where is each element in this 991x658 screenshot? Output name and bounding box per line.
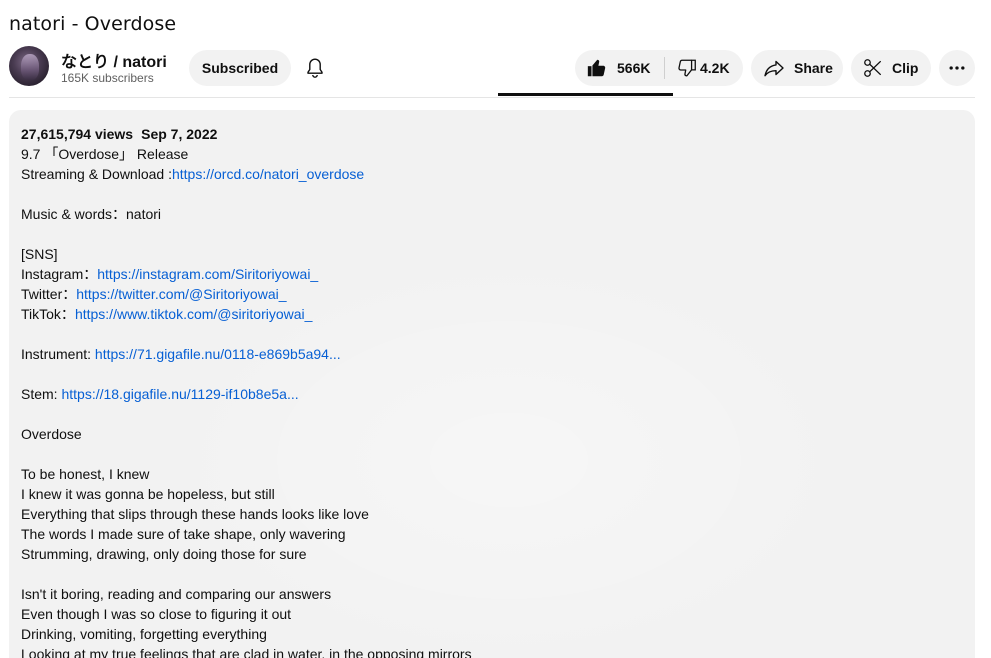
description-text: The words I made sure of take shape, onl… xyxy=(21,526,346,542)
description-line xyxy=(21,444,975,464)
channel-avatar[interactable] xyxy=(9,46,49,86)
dislike-count: 4.2K xyxy=(700,60,730,76)
description-meta: 27,615,794 views Sep 7, 2022 xyxy=(21,124,975,144)
section-underline xyxy=(498,93,673,96)
description-text: Isn't it boring, reading and comparing o… xyxy=(21,586,332,602)
description-text: Drinking, vomiting, forgetting everythin… xyxy=(21,626,267,642)
like-count: 566K xyxy=(617,60,651,76)
upload-date: Sep 7, 2022 xyxy=(141,126,218,142)
share-label: Share xyxy=(794,60,833,76)
thumbs-up-icon xyxy=(587,59,606,77)
description-line xyxy=(21,404,975,424)
share-button[interactable]: Share xyxy=(751,50,843,86)
description-line: Stem: https://18.gigafile.nu/1129-if10b8… xyxy=(21,384,975,404)
description-line: Overdose xyxy=(21,424,975,444)
thumbs-down-icon xyxy=(678,59,696,77)
view-count: 27,615,794 views xyxy=(21,126,134,142)
description-link[interactable]: https://orcd.co/natori_overdose xyxy=(172,166,364,182)
share-icon xyxy=(764,60,784,77)
watch-page: natori - Overdose なとり / natori 165K subs… xyxy=(0,0,991,658)
bell-icon xyxy=(307,58,323,78)
description-line xyxy=(21,184,975,204)
description-line: Drinking, vomiting, forgetting everythin… xyxy=(21,624,975,644)
description-line: Everything that slips through these hand… xyxy=(21,504,975,524)
description-line: The words I made sure of take shape, onl… xyxy=(21,524,975,544)
description-link[interactable]: https://18.gigafile.nu/1129-if10b8e5a... xyxy=(61,386,298,402)
subscribed-button[interactable]: Subscribed xyxy=(189,50,291,86)
channel-name[interactable]: なとり / natori xyxy=(61,48,167,72)
description-text: Instrument: xyxy=(21,346,95,362)
description-text: Streaming & Download : xyxy=(21,166,172,182)
description-text: TikTok： xyxy=(21,306,75,322)
description-text: Instagram： xyxy=(21,266,98,282)
description-line xyxy=(21,364,975,384)
subscriber-count: 165K subscribers xyxy=(61,71,154,85)
dislike-button[interactable]: 4.2K xyxy=(665,50,743,86)
description-line: [SNS] xyxy=(21,244,975,264)
description-link[interactable]: https://www.tiktok.com/@siritoriyowai_ xyxy=(75,306,313,322)
description-content: 27,615,794 views Sep 7, 2022 9.7 「Overdos… xyxy=(9,110,975,658)
description-line: Isn't it boring, reading and comparing o… xyxy=(21,584,975,604)
description-line: 9.7 「Overdose」 Release xyxy=(21,144,975,164)
description-line: TikTok：https://www.tiktok.com/@siritoriy… xyxy=(21,304,975,324)
description-line xyxy=(21,564,975,584)
description-line: Twitter：https://twitter.com/@Siritoriyow… xyxy=(21,284,975,304)
description-text: Strumming, drawing, only doing those for… xyxy=(21,546,307,562)
description-text: Stem: xyxy=(21,386,62,402)
description-text: I knew it was gonna be hopeless, but sti… xyxy=(21,486,275,502)
description-link[interactable]: https://instagram.com/Siritoriyowai_ xyxy=(97,266,318,282)
scissors-icon xyxy=(864,59,881,77)
description-text: To be honest, I knew xyxy=(21,466,150,482)
description-link[interactable]: https://71.gigafile.nu/0118-e869b5a94... xyxy=(95,346,341,362)
video-title: natori - Overdose xyxy=(9,13,177,35)
description-box[interactable]: 27,615,794 views Sep 7, 2022 9.7 「Overdos… xyxy=(9,110,975,658)
clip-label: Clip xyxy=(892,60,919,76)
description-lines: 9.7 「Overdose」 Release Streaming & Downlo… xyxy=(21,144,975,658)
like-dislike-group: 566K 4.2K xyxy=(575,50,743,86)
description-text: Everything that slips through these hand… xyxy=(21,506,369,522)
description-line: Streaming & Download :https://orcd.co/na… xyxy=(21,164,975,184)
like-button[interactable]: 566K xyxy=(575,50,664,86)
description-line: Looking at my true feelings that are cla… xyxy=(21,644,975,658)
description-line: To be honest, I knew xyxy=(21,464,975,484)
notifications-button[interactable] xyxy=(297,50,333,86)
description-text: Looking at my true feelings that are cla… xyxy=(21,646,472,658)
description-text: Even though I was so close to figuring i… xyxy=(21,606,292,622)
more-actions-button[interactable] xyxy=(939,50,975,86)
description-line: Instagram：https://instagram.com/Siritori… xyxy=(21,264,975,284)
description-line xyxy=(21,224,975,244)
clip-button[interactable]: Clip xyxy=(851,50,931,86)
description-line: Instrument: https://71.gigafile.nu/0118-… xyxy=(21,344,975,364)
description-text: Music & words：natori xyxy=(21,206,162,222)
description-line: I knew it was gonna be hopeless, but sti… xyxy=(21,484,975,504)
description-link[interactable]: https://twitter.com/@Siritoriyowai_ xyxy=(76,286,286,302)
description-text: Overdose xyxy=(21,426,82,442)
description-text: Twitter： xyxy=(21,286,77,302)
description-line xyxy=(21,324,975,344)
description-text: [SNS] xyxy=(21,246,58,262)
description-text: 9.7 「Overdose」 Release xyxy=(21,146,189,162)
more-icon xyxy=(949,66,965,70)
description-line: Music & words：natori xyxy=(21,204,975,224)
owner-row: なとり / natori 165K subscribers Subscribed… xyxy=(9,45,984,89)
divider xyxy=(9,97,975,98)
description-line: Even though I was so close to figuring i… xyxy=(21,604,975,624)
description-line: Strumming, drawing, only doing those for… xyxy=(21,544,975,564)
